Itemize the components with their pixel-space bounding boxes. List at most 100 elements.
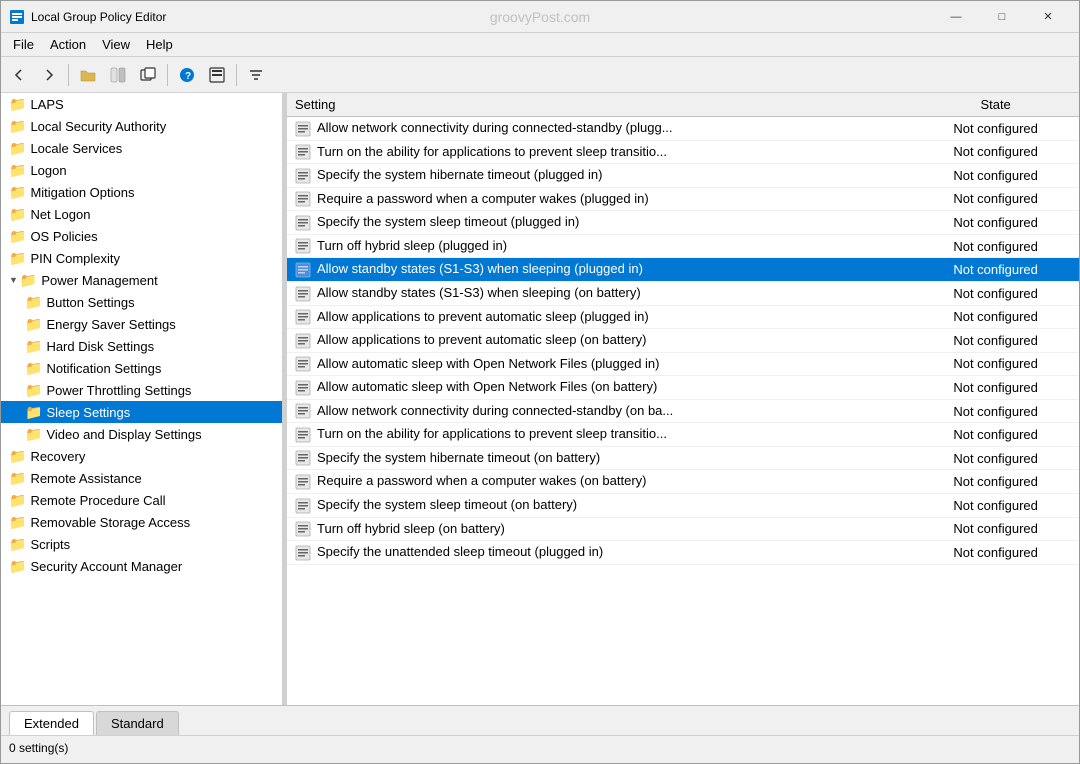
tree-item-mitigation-options[interactable]: 📁 Mitigation Options [1,181,282,203]
table-row[interactable]: Allow standby states (S1-S3) when sleepi… [287,258,1079,282]
state-cell: Not configured [912,446,1079,470]
setting-cell: Specify the system sleep timeout (plugge… [287,211,912,235]
setting-icon [295,521,313,537]
tree-item-video-display-settings[interactable]: 📁 Video and Display Settings [1,423,282,445]
maximize-button[interactable]: □ [979,1,1025,33]
table-row[interactable]: Allow automatic sleep with Open Network … [287,352,1079,376]
tree-item-security-account-manager[interactable]: 📁 Security Account Manager [1,555,282,577]
setting-icon [295,168,313,184]
tree-item-remote-assistance[interactable]: 📁 Remote Assistance [1,467,282,489]
tree-item-hard-disk-settings[interactable]: 📁 Hard Disk Settings [1,335,282,357]
tree-item-notification-settings[interactable]: 📁 Notification Settings [1,357,282,379]
new-window-button[interactable] [134,61,162,89]
table-row[interactable]: Allow network connectivity during connec… [287,117,1079,141]
state-cell: Not configured [912,258,1079,282]
table-row[interactable]: Specify the system hibernate timeout (on… [287,446,1079,470]
tree-item-laps[interactable]: 📁 LAPS [1,93,282,115]
folder-icon: 📁 [9,118,26,135]
forward-button[interactable] [35,61,63,89]
setting-icon [295,238,313,254]
toolbar-sep-2 [167,64,168,86]
setting-icon [295,144,313,160]
setting-icon [295,215,313,231]
table-row[interactable]: Require a password when a computer wakes… [287,187,1079,211]
tree-item-power-throttling-settings[interactable]: 📁 Power Throttling Settings [1,379,282,401]
tab-extended[interactable]: Extended [9,711,94,735]
right-panel: Setting State Allow network connectivity… [287,93,1079,705]
folder-icon: 📁 [20,272,37,289]
setting-cell: Turn off hybrid sleep (plugged in) [287,234,912,258]
folder-icon: 📁 [9,162,26,179]
table-row[interactable]: Specify the system hibernate timeout (pl… [287,164,1079,188]
setting-cell: Turn on the ability for applications to … [287,423,912,447]
tree-item-label: Recovery [30,449,85,464]
settings-table: Setting State Allow network connectivity… [287,93,1079,565]
setting-cell: Require a password when a computer wakes… [287,187,912,211]
menu-help[interactable]: Help [138,35,181,54]
table-row[interactable]: Turn on the ability for applications to … [287,423,1079,447]
table-row[interactable]: Allow applications to prevent automatic … [287,329,1079,353]
table-container: Setting State Allow network connectivity… [287,93,1079,705]
tree-item-label: LAPS [30,97,63,112]
tree-item-label: Notification Settings [46,361,161,376]
setting-icon [295,286,313,302]
table-row[interactable]: Specify the system sleep timeout (plugge… [287,211,1079,235]
table-row[interactable]: Allow automatic sleep with Open Network … [287,376,1079,400]
menu-action[interactable]: Action [42,35,94,54]
tree-item-scripts[interactable]: 📁 Scripts [1,533,282,555]
table-row[interactable]: Specify the unattended sleep timeout (pl… [287,541,1079,565]
state-cell: Not configured [912,399,1079,423]
filter-button[interactable] [242,61,270,89]
status-text: 0 setting(s) [9,741,68,755]
tree-item-label: Scripts [30,537,70,552]
table-row[interactable]: Allow applications to prevent automatic … [287,305,1079,329]
setting-cell: Allow standby states (S1-S3) when sleepi… [287,258,912,282]
tree-item-os-policies[interactable]: 📁 OS Policies [1,225,282,247]
setting-cell: Require a password when a computer wakes… [287,470,912,494]
table-row[interactable]: Allow standby states (S1-S3) when sleepi… [287,281,1079,305]
folder-icon: 📁 [25,360,42,377]
setting-icon [295,498,313,514]
svg-text:?: ? [185,71,191,82]
tree-item-label: OS Policies [30,229,97,244]
minimize-button[interactable]: — [933,1,979,33]
menu-view[interactable]: View [94,35,138,54]
tree-item-net-logon[interactable]: 📁 Net Logon [1,203,282,225]
tree-item-power-management[interactable]: ▼ 📁 Power Management [1,269,282,291]
back-button[interactable] [5,61,33,89]
tree-item-energy-saver-settings[interactable]: 📁 Energy Saver Settings [1,313,282,335]
tree-item-sleep-settings[interactable]: 📁 Sleep Settings [1,401,282,423]
table-row[interactable]: Allow network connectivity during connec… [287,399,1079,423]
tree-item-label: Power Throttling Settings [46,383,191,398]
folder-icon: 📁 [9,558,26,575]
tree-item-local-security-authority[interactable]: 📁 Local Security Authority [1,115,282,137]
tree-item-locale-services[interactable]: 📁 Locale Services [1,137,282,159]
tree-item-removable-storage[interactable]: 📁 Removable Storage Access [1,511,282,533]
tab-standard[interactable]: Standard [96,711,179,735]
tree-item-remote-procedure-call[interactable]: 📁 Remote Procedure Call [1,489,282,511]
show-hide-button[interactable] [104,61,132,89]
folder-icon: 📁 [9,140,26,157]
tree-item-logon[interactable]: 📁 Logon [1,159,282,181]
tree-item-pin-complexity[interactable]: 📁 PIN Complexity [1,247,282,269]
table-row[interactable]: Turn on the ability for applications to … [287,140,1079,164]
help-button[interactable]: ? [173,61,201,89]
export-button[interactable] [203,61,231,89]
main-area: 📁 LAPS 📁 Local Security Authority 📁 Loca… [1,93,1079,705]
setting-cell: Turn off hybrid sleep (on battery) [287,517,912,541]
table-row[interactable]: Turn off hybrid sleep (on battery)Not co… [287,517,1079,541]
menu-file[interactable]: File [5,35,42,54]
column-header-setting: Setting [287,93,912,117]
table-row[interactable]: Require a password when a computer wakes… [287,470,1079,494]
setting-cell: Allow network connectivity during connec… [287,399,912,423]
tree-item-label: Locale Services [30,141,122,156]
tree-item-recovery[interactable]: 📁 Recovery [1,445,282,467]
tab-bar: Extended Standard [1,705,1079,735]
watermark: groovyPost.com [490,9,590,25]
table-row[interactable]: Specify the system sleep timeout (on bat… [287,494,1079,518]
close-button[interactable]: ✕ [1025,1,1071,33]
menu-bar: File Action View Help [1,33,1079,57]
table-row[interactable]: Turn off hybrid sleep (plugged in)Not co… [287,234,1079,258]
folder-button[interactable] [74,61,102,89]
tree-item-button-settings[interactable]: 📁 Button Settings [1,291,282,313]
